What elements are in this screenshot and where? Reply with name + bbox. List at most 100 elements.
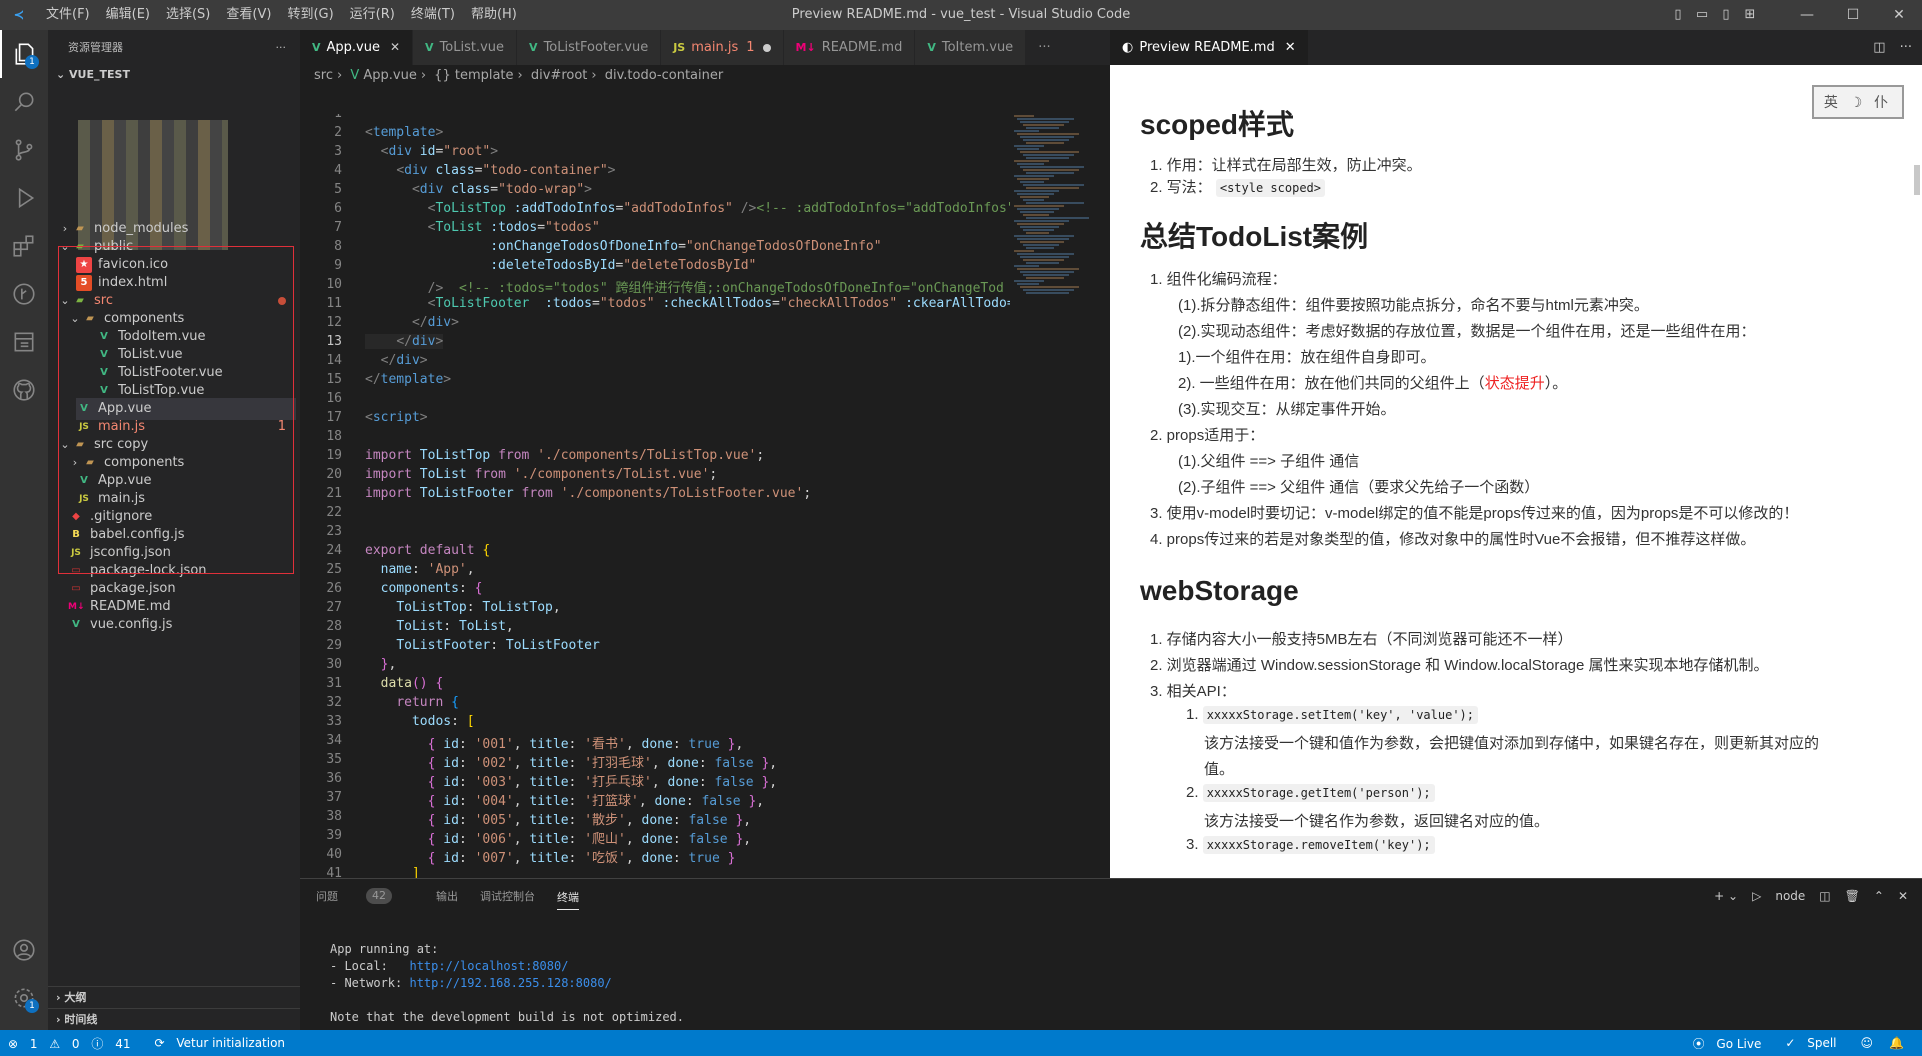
breadcrumb-item[interactable]: {} template	[434, 68, 513, 83]
more-actions-icon[interactable]: ···	[276, 41, 287, 54]
source-control-icon[interactable]	[0, 126, 48, 174]
notifications-bell-icon[interactable]: 🔔	[1889, 1036, 1904, 1050]
line-number: 40	[326, 847, 342, 862]
line-number: 29	[326, 638, 342, 653]
toggle-sidebar-icon[interactable]: ▯	[1666, 0, 1690, 30]
outline-section[interactable]: › 大纲	[48, 986, 300, 1008]
line-number: 26	[326, 581, 342, 596]
code-editor[interactable]: 12<template>3 <div id="root">4 <div clas…	[300, 114, 1110, 878]
minimap[interactable]	[1010, 115, 1110, 878]
close-icon[interactable]: ✕	[390, 30, 400, 65]
preview-scrollbar[interactable]	[1914, 165, 1920, 195]
code-line: <ToListTop :addTodoInfos="addTodoInfos" …	[427, 201, 1015, 216]
spell-status[interactable]: ✓ Spell	[1785, 1036, 1844, 1050]
line-number: 10	[326, 277, 342, 292]
menu-view[interactable]: 查看(V)	[218, 0, 279, 30]
explorer-icon[interactable]: 1	[0, 30, 48, 78]
minimap-line	[1026, 232, 1049, 234]
list-item: 2. 写法： <style scoped>	[1150, 176, 1326, 197]
network-url-link[interactable]: http://192.168.255.128:8080/	[409, 976, 611, 990]
close-icon[interactable]: ✕	[1285, 30, 1296, 65]
code-line: todos: [	[411, 714, 475, 729]
extensions-icon[interactable]	[0, 222, 48, 270]
menu-terminal[interactable]: 终端(T)	[403, 0, 463, 30]
minimap-line	[1023, 124, 1064, 126]
terminal-output[interactable]: App running at: - Local: http://localhos…	[330, 941, 684, 1026]
tab-preview-readme[interactable]: ◐ Preview README.md ✕	[1110, 30, 1308, 65]
highlight-box	[58, 246, 294, 574]
heading-scoped: scoped样式	[1140, 109, 1295, 140]
menu-run[interactable]: 运行(R)	[342, 0, 403, 30]
remote-explorer-icon[interactable]	[0, 318, 48, 366]
manage-gear-icon[interactable]: 1	[0, 974, 48, 1022]
close-panel-icon[interactable]: ✕	[1898, 889, 1908, 903]
code-line: { id: '002', title: '打羽毛球', done: false …	[427, 756, 778, 771]
breadcrumb-item[interactable]: div#root	[531, 68, 588, 83]
git-graph-icon[interactable]	[0, 270, 48, 318]
terminal-shell-icon[interactable]: ▷	[1752, 889, 1761, 903]
tab-toitem-vue[interactable]: V ToItem.vue	[915, 30, 1027, 65]
minimap-line	[1026, 142, 1064, 144]
more-tabs-icon[interactable]: ···	[1026, 30, 1063, 65]
tab-tolist-vue[interactable]: V ToList.vue	[413, 30, 518, 65]
line-number: 14	[326, 353, 342, 368]
inline-code: xxxxxStorage.getItem('person');	[1202, 784, 1435, 802]
stamp-image: 英 ☽ 仆	[1812, 85, 1904, 119]
customize-layout-icon[interactable]: ⊞	[1738, 0, 1762, 30]
terminal-name[interactable]: node	[1775, 889, 1805, 903]
toggle-panel-icon[interactable]: ▭	[1690, 0, 1714, 30]
menu-bar: 文件(F) 编辑(E) 选择(S) 查看(V) 转到(G) 运行(R) 终端(T…	[38, 0, 525, 30]
menu-edit[interactable]: 编辑(E)	[98, 0, 158, 30]
go-live-button[interactable]: ⦿ Go Live	[1693, 1035, 1770, 1052]
problems-status[interactable]: ⊗ 1 ⚠ 0 ⓘ 41	[8, 1035, 138, 1052]
code-line: import ToList from './components/ToList.…	[365, 467, 718, 482]
panel-tab-debug-console[interactable]: 调试控制台	[480, 888, 535, 904]
feedback-icon[interactable]: ☺	[1861, 1036, 1874, 1050]
minimap-line	[1023, 139, 1069, 141]
maximize-panel-icon[interactable]: ⌃	[1874, 889, 1884, 903]
menu-go[interactable]: 转到(G)	[279, 0, 341, 30]
minimap-line	[1023, 259, 1064, 261]
minimize-button[interactable]: —	[1784, 0, 1830, 30]
minimap-line	[1023, 169, 1079, 171]
tree-file-vue-config[interactable]: Vvue.config.js	[68, 614, 172, 636]
split-editor-icon[interactable]: ◫	[1873, 40, 1885, 55]
list-item: 3. 使用v-model时要切记：v-model绑定的值不能是props传过来的…	[1150, 505, 1799, 522]
breadcrumb-item[interactable]: App.vue	[363, 68, 416, 83]
minimap-line	[1020, 166, 1084, 168]
local-url-link[interactable]: http://localhost:8080/	[409, 959, 568, 973]
split-terminal-icon[interactable]: ◫	[1819, 889, 1830, 903]
timeline-section[interactable]: › 时间线	[48, 1008, 300, 1030]
kill-terminal-icon[interactable]: 🗑	[1845, 889, 1860, 903]
code-line: { id: '007', title: '吃饭', done: true }	[427, 851, 736, 866]
breadcrumb-item[interactable]: V	[350, 68, 363, 83]
tab-tolistfooter-vue[interactable]: V ToListFooter.vue	[517, 30, 662, 65]
minimap-line	[1023, 184, 1084, 186]
menu-file[interactable]: 文件(F)	[38, 0, 98, 30]
menu-selection[interactable]: 选择(S)	[158, 0, 218, 30]
tab-readme[interactable]: M↓ README.md	[783, 30, 916, 65]
more-actions-icon[interactable]: ···	[1900, 40, 1912, 55]
panel-tab-output[interactable]: 输出	[436, 888, 458, 904]
close-window-button[interactable]: ✕	[1876, 0, 1922, 30]
panel-tab-problems[interactable]: 问题 42	[316, 888, 414, 904]
panel-tab-terminal[interactable]: 终端	[557, 889, 579, 910]
tab-app-vue[interactable]: V App.vue ✕	[300, 30, 414, 65]
code-line: },	[380, 657, 397, 672]
line-number: 24	[326, 543, 342, 558]
code-line: ToList: ToList,	[396, 619, 514, 634]
maximize-button[interactable]: ☐	[1830, 0, 1876, 30]
search-icon[interactable]	[0, 78, 48, 126]
menu-help[interactable]: 帮助(H)	[463, 0, 525, 30]
toggle-secondary-sidebar-icon[interactable]: ▯	[1714, 0, 1738, 30]
project-root[interactable]: ⌄ VUE_TEST	[48, 64, 300, 86]
accounts-icon[interactable]	[0, 926, 48, 974]
vetur-status[interactable]: ⟳ Vetur initialization	[154, 1036, 293, 1050]
breadcrumb-item[interactable]: src	[314, 68, 333, 83]
breadcrumb-item[interactable]: div.todo-container	[605, 68, 723, 83]
run-debug-icon[interactable]	[0, 174, 48, 222]
github-icon[interactable]	[0, 366, 48, 414]
list-item: (1).父组件 ==> 子组件 通信	[1178, 453, 1360, 470]
new-terminal-icon[interactable]: + ⌄	[1714, 889, 1738, 903]
tab-main-js[interactable]: JS main.js 1	[661, 30, 784, 65]
